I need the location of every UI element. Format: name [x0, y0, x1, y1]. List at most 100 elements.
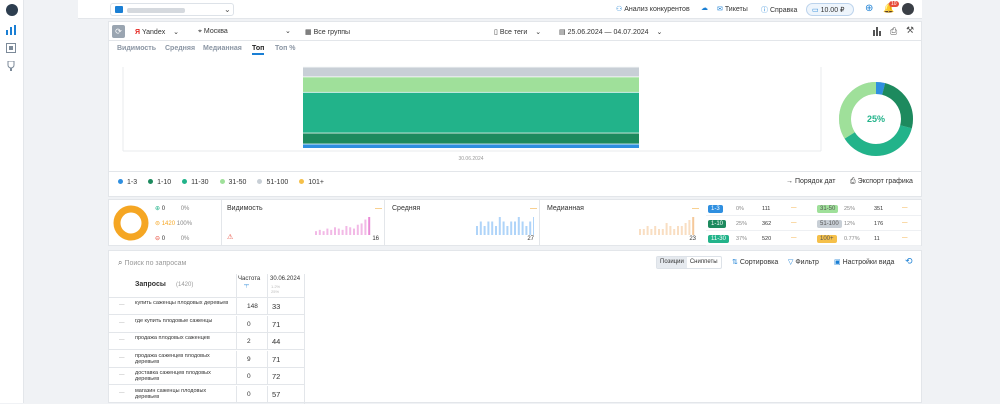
help-link[interactable]: ⓘ Справка [761, 5, 797, 15]
tab-top-percent[interactable]: Топ % [275, 45, 296, 52]
spark-bar [533, 217, 534, 235]
cloud-icon[interactable]: ☁ [701, 4, 708, 12]
refresh-icon[interactable]: ⟳ [112, 25, 125, 38]
tickets-link[interactable]: ✉ Тикеты [717, 5, 748, 13]
location-icon: ⌖ [198, 28, 202, 35]
metric-value: 16 [372, 236, 379, 242]
sort-button[interactable]: ⇅ Сортировка [732, 258, 778, 266]
date-header[interactable]: 30.06.2024 [270, 276, 300, 282]
legend-item[interactable]: 1-3 [118, 179, 137, 186]
spark-bar [487, 221, 490, 235]
query-text[interactable]: доставка саженцев плодовых деревьев [135, 370, 230, 382]
help-icon: ⓘ [761, 7, 768, 14]
query-freq: 0 [247, 373, 251, 380]
spark-bar [498, 217, 501, 235]
table-row[interactable]: — продажа саженцев плодовых деревьев 9 71 [109, 350, 304, 368]
bar-segment-31-50[interactable] [303, 76, 639, 92]
bar-segment-1-10[interactable] [303, 132, 639, 144]
scan-icon[interactable] [6, 43, 16, 55]
trophy-icon[interactable] [6, 60, 16, 73]
metric-title: Средняя [392, 205, 421, 212]
legend-item[interactable]: 11-30 [182, 179, 209, 186]
table-row[interactable]: — продажа плодовых саженцев 2 44 [109, 333, 304, 350]
tools-icon[interactable]: ⚒ [906, 25, 914, 36]
tab-median[interactable]: Медианная [203, 45, 242, 52]
logo-icon[interactable] [6, 4, 18, 16]
visibility-metric: Видимость — ⚠ 16 [227, 205, 382, 242]
export-doc-icon[interactable]: ⎙ [890, 26, 897, 37]
spark-bar [318, 229, 321, 235]
filter-button[interactable]: ▽ Фильтр [788, 258, 819, 266]
table-row[interactable]: — где купить плодовые саженцы 0 71 [109, 315, 304, 333]
table-row[interactable]: — купить саженцы плодовых деревьев 148 33 [109, 298, 304, 315]
range-pct: 0.77% [844, 236, 860, 242]
spark-bar [673, 229, 676, 235]
add-icon[interactable]: ⊕ [865, 3, 873, 14]
x-tick-label: 30.06.2024 [458, 156, 483, 162]
engine-select[interactable]: Я Yandex ⌄ [135, 28, 179, 36]
region-select[interactable]: ⌖ Москва [198, 28, 228, 36]
bar-segment-11-30[interactable] [303, 91, 639, 133]
tab-average[interactable]: Средняя [165, 45, 195, 52]
balance-badge[interactable]: ▭ 10.00 ₽ [806, 3, 854, 16]
query-text[interactable]: купить саженцы плодовых деревьев [135, 300, 230, 306]
table-row[interactable]: — магазин саженцы плодовых деревьев 0 57 [109, 385, 304, 403]
date-range-select[interactable]: ▤ 25.06.2024 — 04.07.2024 ⌄ [559, 28, 662, 36]
legend-item[interactable]: 1-10 [148, 179, 171, 186]
tab-snippets[interactable]: Сниппеты [687, 257, 721, 268]
project-name [127, 8, 185, 13]
date-range-label: 25.06.2024 — 04.07.2024 [567, 29, 649, 36]
tab-positions[interactable]: Позиции [657, 257, 687, 268]
chevron-down-icon: ⌄ [656, 29, 663, 36]
competitors-link[interactable]: ⚇ Анализ конкурентов [616, 5, 690, 13]
balance-value: 10.00 ₽ [820, 7, 845, 14]
queries-title: Запросы [135, 281, 166, 288]
sort-icon: ⇅ [732, 259, 738, 266]
spark-bar [642, 229, 645, 235]
tags-select[interactable]: ▯ Все теги ⌄ [494, 28, 541, 36]
range-count: 11 [874, 236, 880, 242]
spark-bar [692, 217, 695, 235]
legend-dot [219, 179, 225, 184]
groups-select[interactable]: ▦ Все группы [305, 28, 350, 36]
bar-segment-51-100[interactable] [303, 66, 639, 77]
average-sparkline [476, 217, 534, 235]
legend-item[interactable]: 51-100 [257, 179, 288, 186]
export-chart-button[interactable]: ⎙ Экспорт графика [850, 178, 913, 186]
legend-item[interactable]: 101+ [299, 179, 324, 186]
query-text[interactable]: где купить плодовые саженцы [135, 318, 230, 324]
chart-bars-icon[interactable] [6, 25, 17, 37]
tab-visibility[interactable]: Видимость [117, 45, 156, 52]
range-count: 520 [762, 236, 772, 242]
chevron-down-icon: ⌄ [535, 29, 542, 36]
legend-item[interactable]: 31-50 [219, 179, 246, 186]
donut-center-label: 25% [867, 114, 885, 124]
query-text[interactable]: продажа плодовых саженцев [135, 335, 230, 341]
chart-view-icon[interactable] [872, 26, 882, 38]
range-pct: 25% [736, 221, 748, 227]
sync-icon[interactable]: ⟲ [905, 256, 913, 267]
spark-bar [688, 220, 691, 235]
avatar[interactable] [902, 3, 914, 15]
spark-bar [684, 223, 687, 235]
warning-icon: ⚠ [227, 234, 234, 241]
legend-label: 101+ [308, 179, 325, 186]
bookmark-icon: ▯ [494, 29, 498, 36]
chevron-down-icon: ⌄ [224, 5, 231, 14]
spark-bar [495, 226, 497, 235]
query-text[interactable]: магазин саженцы плодовых деревьев [135, 388, 230, 400]
metric-title: Видимость [227, 205, 263, 212]
order-dates-button[interactable]: → Порядок дат [786, 178, 836, 185]
project-select[interactable]: ⌄ [110, 3, 234, 16]
view-settings-button[interactable]: ▣ Настройки вида [834, 258, 894, 266]
spark-bar [510, 221, 513, 235]
engine-label: Yandex [141, 29, 166, 36]
query-text[interactable]: продажа саженцев плодовых деревьев [135, 353, 230, 365]
tab-top[interactable]: Топ [252, 45, 265, 55]
table-row[interactable]: — доставка саженцев плодовых деревьев 0 72 [109, 368, 304, 385]
query-search[interactable]: ⌕ Поиск по запросам [118, 258, 186, 268]
range-pill: 31-50 [817, 205, 839, 213]
range-pill: 11-30 [708, 235, 729, 243]
legend-dot [299, 179, 305, 184]
freq-header[interactable]: Частота [238, 276, 260, 282]
